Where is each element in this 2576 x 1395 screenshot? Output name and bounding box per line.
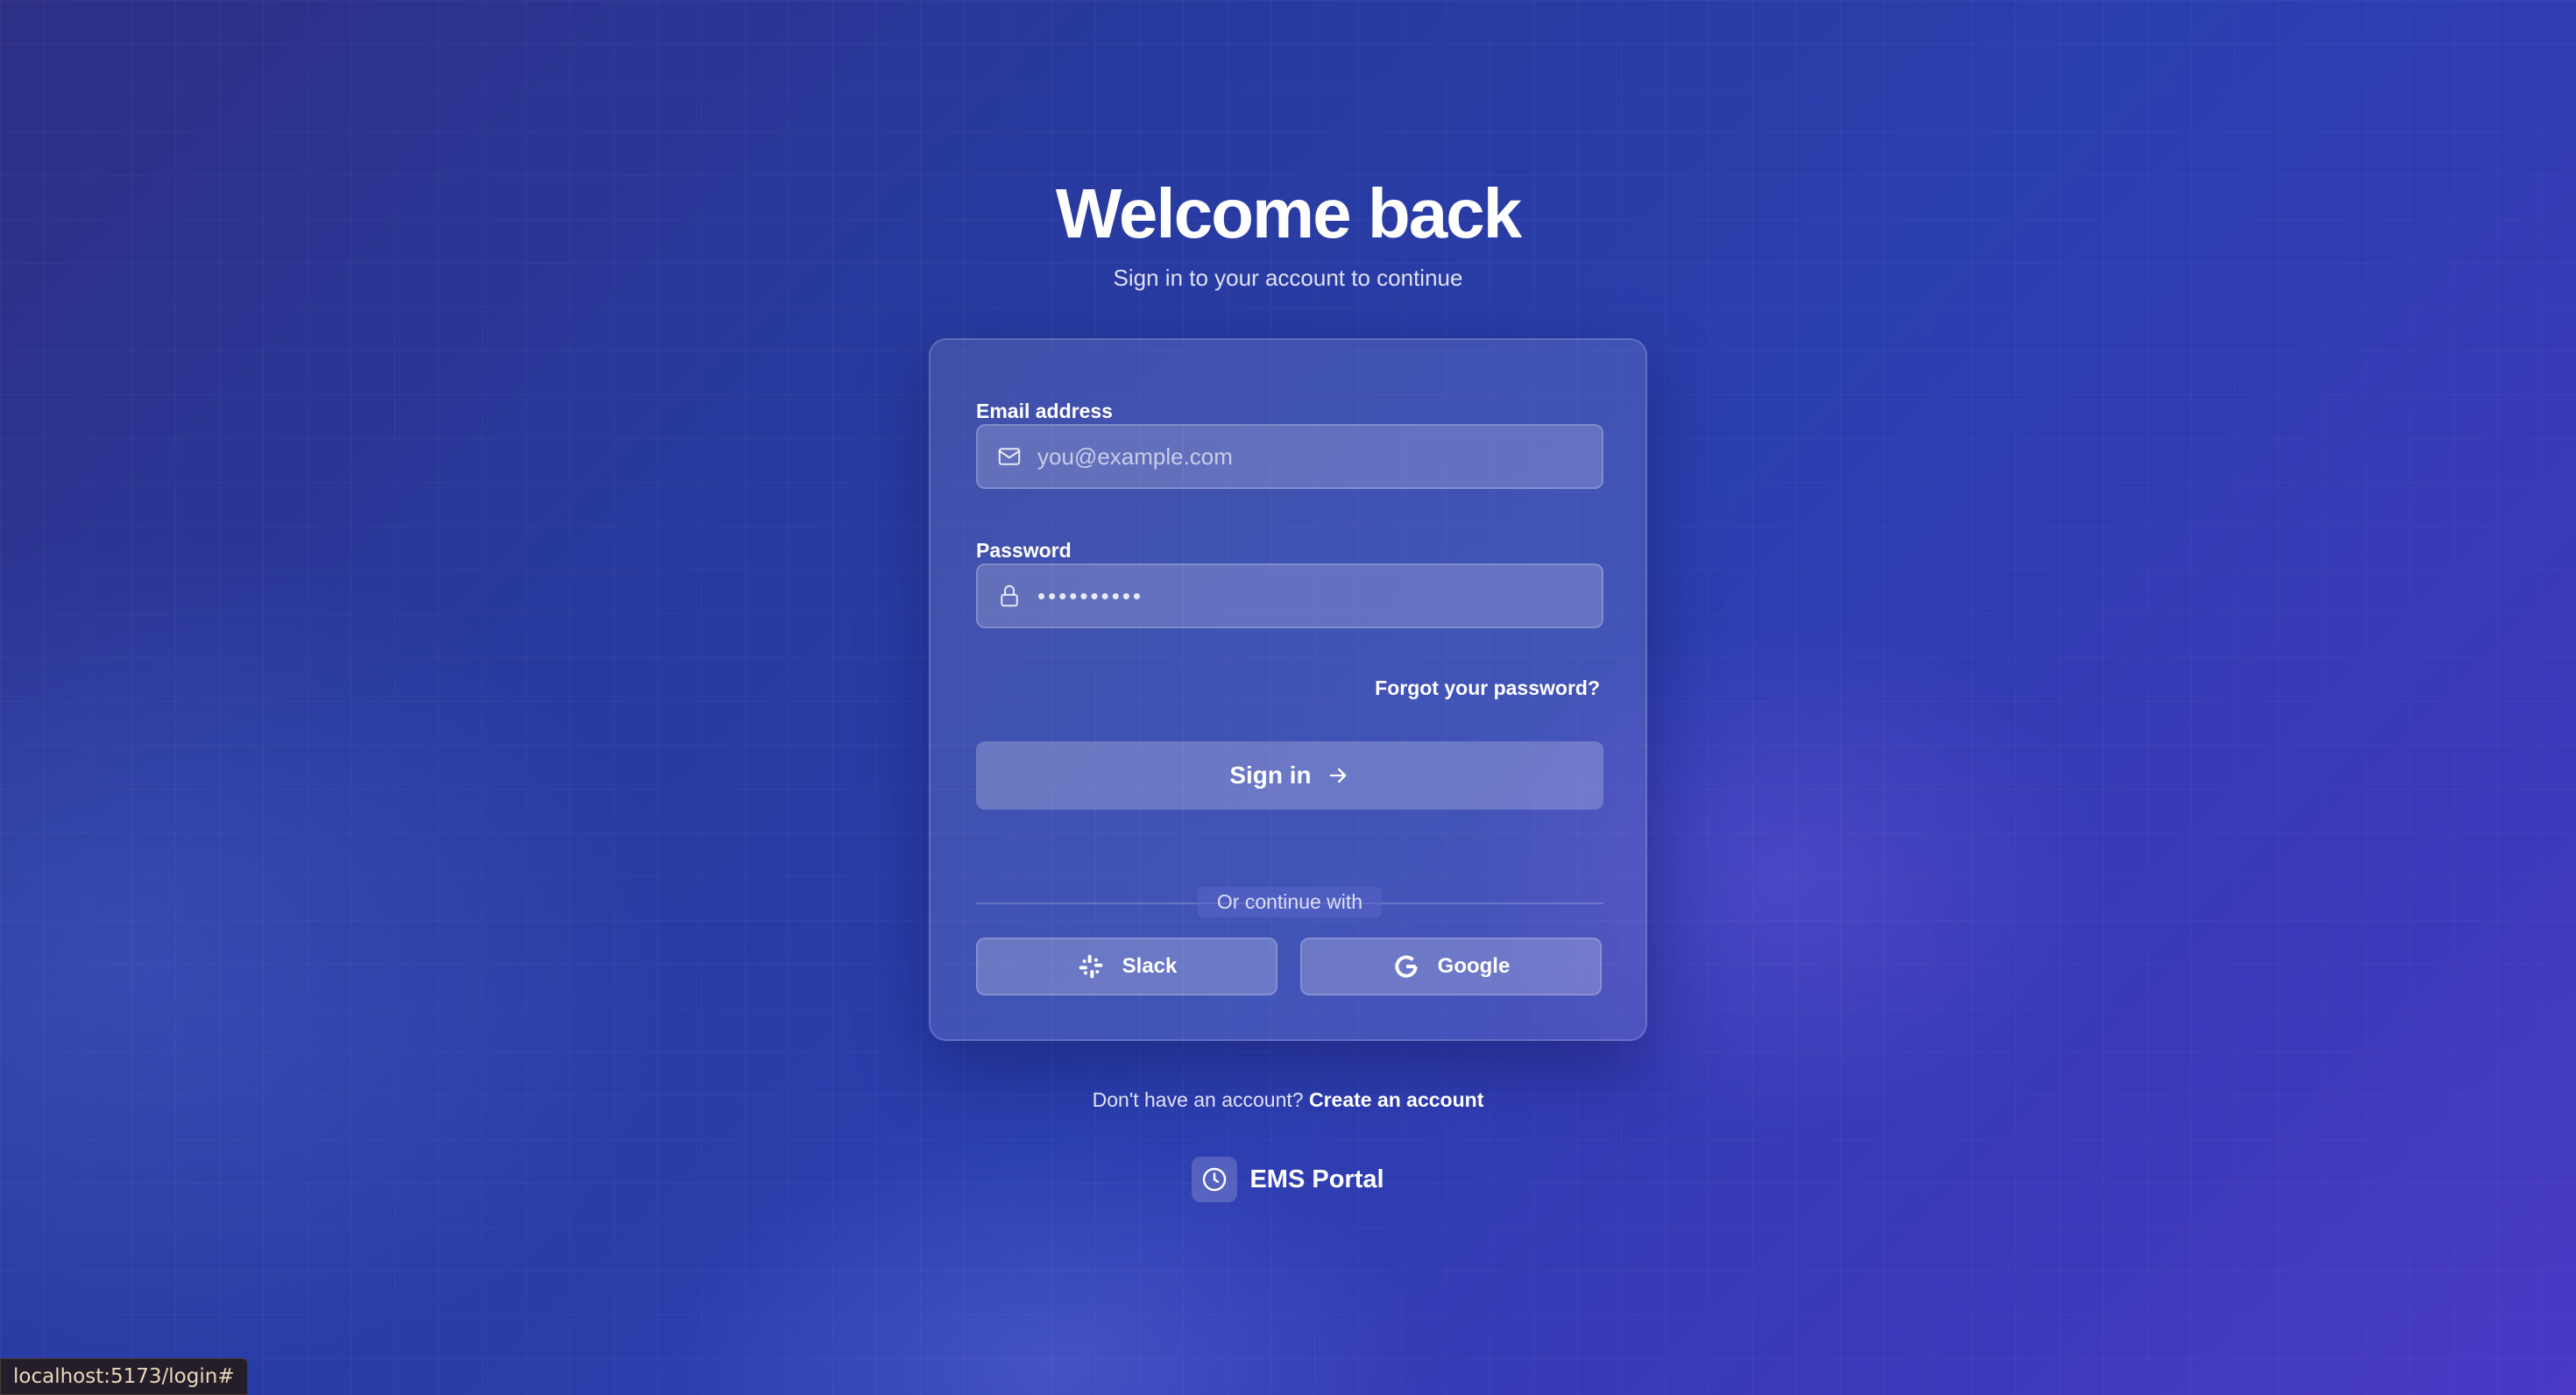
create-account-link[interactable]: Create an account (1309, 1088, 1483, 1111)
signup-prompt-text: Don't have an account? (1092, 1088, 1304, 1111)
forgot-password-link[interactable]: Forgot your password? (1375, 675, 1600, 701)
email-label: Email address (976, 400, 1113, 422)
google-icon (1392, 952, 1420, 981)
page-title: Welcome back (1055, 174, 1522, 252)
status-url: localhost:5173/login# (0, 1358, 248, 1395)
sign-in-label: Sign in (1229, 761, 1312, 789)
mail-icon (995, 443, 1023, 471)
slack-button[interactable]: Slack (976, 938, 1277, 995)
lock-icon (995, 582, 1023, 610)
password-label: Password (976, 539, 1072, 562)
sign-in-button[interactable]: Sign in (976, 741, 1603, 810)
divider: Or continue with (931, 887, 1649, 917)
email-field[interactable] (976, 424, 1603, 489)
clock-icon (1192, 1157, 1238, 1202)
signup-prompt: Don't have an account? Create an account (0, 1087, 2576, 1113)
divider-text: Or continue with (1197, 887, 1383, 917)
brand: EMS Portal (0, 1157, 2576, 1202)
brand-name: EMS Portal (1249, 1165, 1384, 1193)
slack-label: Slack (1122, 954, 1178, 978)
google-button[interactable]: Google (1300, 938, 1602, 995)
password-field[interactable]: •••••••••• (976, 563, 1603, 628)
password-input[interactable]: •••••••••• (1037, 583, 1143, 610)
google-label: Google (1437, 954, 1511, 978)
login-card: Email address Password •••••••••• Forgot… (929, 338, 1647, 1041)
page-subtitle: Sign in to your account to continue (1113, 265, 1463, 291)
slack-icon (1077, 952, 1105, 981)
email-input[interactable] (1037, 426, 1602, 487)
arrow-right-icon (1326, 763, 1350, 788)
